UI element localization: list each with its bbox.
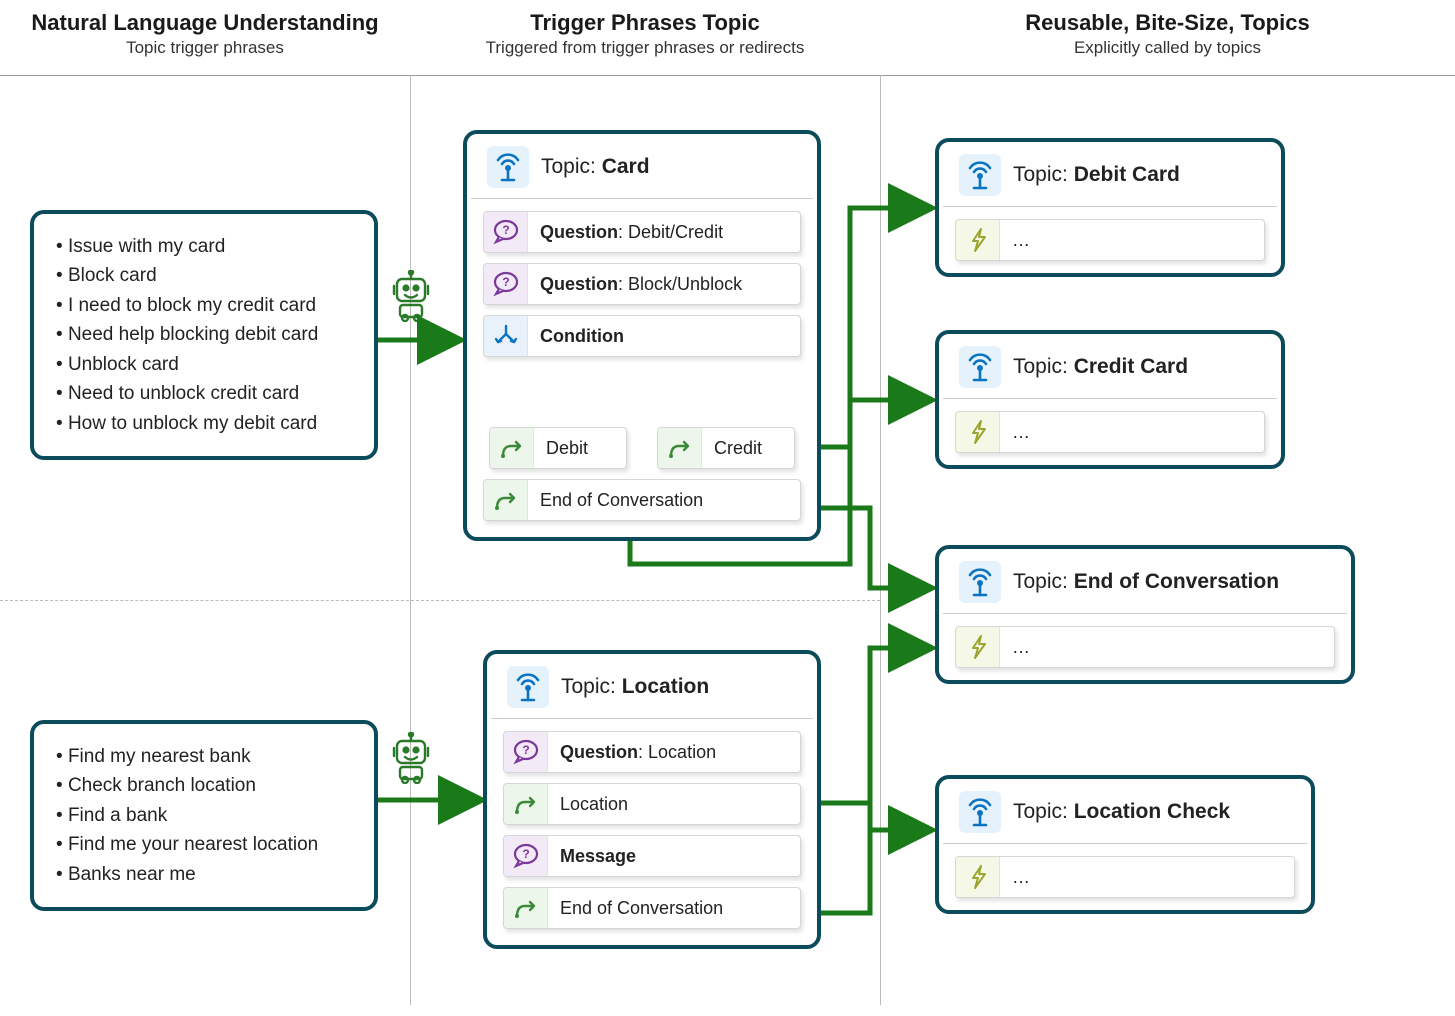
- topic-icon: [487, 146, 529, 188]
- action-node: …: [955, 219, 1265, 261]
- trigger-phrase: Issue with my card: [56, 232, 352, 261]
- redirect-icon: [484, 480, 528, 520]
- topic-panel-card: Topic: Card Question: Debit/Credit Quest…: [463, 130, 821, 541]
- action-icon: [956, 412, 1000, 452]
- trigger-phrase: Find me your nearest location: [56, 830, 352, 859]
- redirect-icon: [504, 784, 548, 824]
- topic-mini-location-check: Topic: Location Check …: [935, 775, 1315, 914]
- column-header-trigger: Trigger Phrases Topic Triggered from tri…: [410, 10, 880, 58]
- node-label: …: [1000, 414, 1042, 451]
- trigger-phrase: Find a bank: [56, 801, 352, 830]
- col-title: Reusable, Bite-Size, Topics: [880, 10, 1455, 36]
- nlu-phrases-location: Find my nearest bank Check branch locati…: [30, 720, 378, 911]
- topic-header: Topic: Location Check: [943, 779, 1307, 844]
- question-icon: [504, 732, 548, 772]
- action-icon: [956, 220, 1000, 260]
- topic-mini-eoc: Topic: End of Conversation …: [935, 545, 1355, 684]
- node-label: Location: [548, 786, 640, 823]
- trigger-phrase: Banks near me: [56, 860, 352, 889]
- nlu-phrases-card: Issue with my card Block card I need to …: [30, 210, 378, 460]
- section-dashed-divider: [0, 600, 880, 601]
- message-icon: [504, 836, 548, 876]
- node-label: End of Conversation: [528, 482, 715, 519]
- node-label: …: [1000, 859, 1042, 896]
- topic-header: Topic: Debit Card: [943, 142, 1277, 207]
- trigger-phrase: Unblock card: [56, 350, 352, 379]
- topic-header: Topic: Card: [471, 134, 813, 199]
- topic-icon: [959, 791, 1001, 833]
- col-subtitle: Topic trigger phrases: [0, 38, 410, 58]
- trigger-phrase: Check branch location: [56, 771, 352, 800]
- node-label: End of Conversation: [548, 890, 735, 927]
- trigger-phrase: How to unblock my debit card: [56, 409, 352, 438]
- trigger-phrase: Find my nearest bank: [56, 742, 352, 771]
- action-node: …: [955, 626, 1335, 668]
- column-divider-2: [880, 75, 881, 1005]
- node-label: Credit: [702, 430, 774, 467]
- redirect-node-credit: Credit: [657, 427, 795, 469]
- column-divider-1: [410, 75, 411, 1005]
- column-header-reusable: Reusable, Bite-Size, Topics Explicitly c…: [880, 10, 1455, 58]
- message-node: Message: [503, 835, 801, 877]
- topic-icon: [959, 561, 1001, 603]
- action-icon: [956, 627, 1000, 667]
- trigger-phrase: I need to block my credit card: [56, 291, 352, 320]
- redirect-node-end: End of Conversation: [503, 887, 801, 929]
- redirect-icon: [658, 428, 702, 468]
- topic-mini-credit: Topic: Credit Card …: [935, 330, 1285, 469]
- node-label: Question: Block/Unblock: [528, 266, 754, 303]
- node-label: Message: [548, 838, 648, 875]
- col-subtitle: Explicitly called by topics: [880, 38, 1455, 58]
- node-label: …: [1000, 222, 1042, 259]
- topic-panel-location: Topic: Location Question: Location Locat…: [483, 650, 821, 949]
- condition-icon: [484, 316, 528, 356]
- trigger-phrase: Block card: [56, 261, 352, 290]
- question-icon: [484, 212, 528, 252]
- column-header-nlu: Natural Language Understanding Topic tri…: [0, 10, 410, 58]
- topic-icon: [507, 666, 549, 708]
- trigger-phrase: Need to unblock credit card: [56, 379, 352, 408]
- topic-title: Topic: Location Check: [1013, 800, 1230, 824]
- action-node: …: [955, 411, 1265, 453]
- node-label: Debit: [534, 430, 600, 467]
- col-title: Trigger Phrases Topic: [410, 10, 880, 36]
- topic-title: Topic: Location: [561, 675, 709, 699]
- branch-connector: [483, 367, 801, 417]
- node-label: …: [1000, 629, 1042, 666]
- node-label: Question: Debit/Credit: [528, 214, 735, 251]
- redirect-node-end: End of Conversation: [483, 479, 801, 521]
- topic-title: Topic: Card: [541, 155, 650, 179]
- action-node: …: [955, 856, 1295, 898]
- question-node: Question: Block/Unblock: [483, 263, 801, 305]
- topic-title: Topic: Credit Card: [1013, 355, 1188, 379]
- header-divider: [0, 75, 1455, 76]
- redirect-icon: [504, 888, 548, 928]
- node-label: Condition: [528, 318, 636, 355]
- topic-title: Topic: End of Conversation: [1013, 570, 1279, 594]
- col-title: Natural Language Understanding: [0, 10, 410, 36]
- topic-title: Topic: Debit Card: [1013, 163, 1180, 187]
- question-node: Question: Location: [503, 731, 801, 773]
- action-icon: [956, 857, 1000, 897]
- topic-icon: [959, 346, 1001, 388]
- topic-icon: [959, 154, 1001, 196]
- topic-header: Topic: Credit Card: [943, 334, 1277, 399]
- redirect-node-debit: Debit: [489, 427, 627, 469]
- redirect-icon: [490, 428, 534, 468]
- question-icon: [484, 264, 528, 304]
- robot-icon: [388, 270, 434, 322]
- redirect-node-location: Location: [503, 783, 801, 825]
- topic-header: Topic: End of Conversation: [943, 549, 1347, 614]
- topic-header: Topic: Location: [491, 654, 813, 719]
- question-node: Question: Debit/Credit: [483, 211, 801, 253]
- topic-mini-debit: Topic: Debit Card …: [935, 138, 1285, 277]
- trigger-phrase: Need help blocking debit card: [56, 320, 352, 349]
- robot-icon: [388, 732, 434, 784]
- condition-node: Condition: [483, 315, 801, 357]
- col-subtitle: Triggered from trigger phrases or redire…: [410, 38, 880, 58]
- node-label: Question: Location: [548, 734, 728, 771]
